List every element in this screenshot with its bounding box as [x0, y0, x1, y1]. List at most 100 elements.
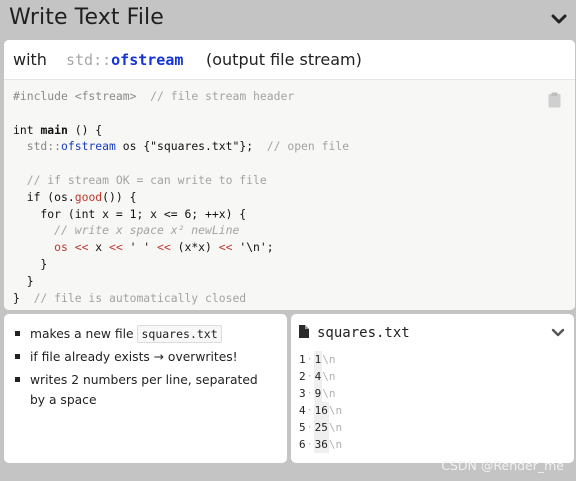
code-block: #include <fstream> // file stream header…: [4, 80, 575, 310]
file-line: 4 · 16 \n: [299, 402, 342, 419]
code-token: ()) {: [102, 189, 137, 204]
code-token: <<: [157, 240, 171, 255]
note-text: makes a new file: [30, 327, 138, 341]
code-token: ' ': [122, 240, 158, 255]
newline-marker: \n: [328, 438, 343, 451]
page-title: Write Text File: [9, 5, 164, 30]
file-card: squares.txt 1 · 1 \n 2 · 4 \n 3 · 9 \n 4 · 16 \n 5 · 25 \n 6…: [291, 314, 574, 463]
code-panel: with std::ofstream (output file stream) …: [4, 40, 575, 310]
file-value-x: 5: [299, 421, 306, 434]
headline-suffix: (output file stream): [206, 50, 362, 69]
code-token: // write x space x² newLine: [13, 223, 240, 238]
file-line: 6 · 36 \n: [299, 436, 342, 453]
file-value-square: 25: [313, 419, 329, 436]
code-line: }: [13, 273, 349, 290]
code-token: for (int x = 1; x <= 6; ++x) {: [13, 206, 247, 221]
file-value-square: 16: [313, 402, 329, 419]
code-token: std::: [26, 139, 62, 154]
notes-card: makes a new file squares.txt if file alre…: [4, 314, 287, 463]
file-value-x: 2: [299, 370, 306, 383]
space-marker: ·: [306, 405, 313, 416]
code-token: }: [13, 256, 48, 271]
file-value-square: 4: [313, 368, 323, 385]
clipboard-icon[interactable]: [548, 92, 561, 108]
code-token: good: [74, 189, 103, 204]
space-marker: ·: [306, 439, 313, 450]
code-token: int: [13, 122, 41, 137]
file-value-square: 36: [313, 436, 329, 453]
code-token: #include <fstream>: [13, 89, 137, 103]
code-token: () {: [67, 122, 103, 137]
code-line: #include <fstream> // file stream header: [13, 88, 349, 105]
code-token: <<: [218, 240, 233, 255]
code-token: // file stream header: [136, 89, 295, 103]
note-text: writes 2 numbers per line, separated by …: [30, 373, 258, 407]
file-line: 2 · 4 \n: [299, 368, 342, 385]
newline-marker: \n: [328, 404, 343, 417]
file-line: 1 · 1 \n: [299, 351, 342, 368]
code-token: // if stream OK = can write to file: [13, 172, 267, 187]
file-value-x: 4: [299, 404, 306, 417]
code-token: (x*x): [170, 240, 219, 255]
code-token: // file is automatically closed: [19, 290, 247, 305]
file-value-x: 6: [299, 438, 306, 451]
file-value-x: 3: [299, 387, 306, 400]
code-line: std::ofstream os {"squares.txt"}; // ope…: [13, 138, 349, 155]
file-value-square: 9: [313, 385, 323, 402]
bullet-icon: [15, 331, 20, 336]
code-token: // open file: [253, 139, 350, 154]
space-marker: ·: [306, 422, 313, 433]
newline-marker: \n: [322, 370, 336, 383]
file-contents: 1 · 1 \n 2 · 4 \n 3 · 9 \n 4 · 16 \n 5 · 25 \n 6 · 36 \n: [299, 351, 342, 453]
note-item: if file already exists → overwrites!: [14, 347, 276, 367]
code-line: } // file is automatically closed: [13, 290, 349, 307]
chevron-down-icon[interactable]: [551, 328, 565, 338]
code-token: os <<: [13, 240, 96, 255]
headline-namespace: std::: [66, 51, 112, 69]
code-panel-headline: with std::ofstream (output file stream): [4, 40, 575, 80]
note-filename: squares.txt: [137, 325, 222, 343]
header-bar: Write Text File: [0, 0, 576, 40]
newline-marker: \n: [328, 421, 343, 434]
file-line: 5 · 25 \n: [299, 419, 342, 436]
code-token: os {"squares.txt"};: [115, 139, 254, 154]
bullet-icon: [15, 377, 20, 382]
code-line: for (int x = 1; x <= 6; ++x) {: [13, 206, 349, 223]
code-token: }: [13, 273, 34, 288]
watermark: CSDN @Render_me: [441, 458, 564, 473]
headline-prefix: with: [13, 50, 47, 69]
file-name: squares.txt: [317, 325, 410, 341]
code-token: <<: [109, 240, 123, 255]
code-line: // if stream OK = can write to file: [13, 172, 349, 189]
code-line: }: [13, 256, 349, 273]
bullet-icon: [15, 354, 20, 359]
code-token: if (os.: [13, 189, 75, 204]
note-text: if file already exists → overwrites!: [30, 350, 238, 364]
newline-marker: \n: [322, 387, 336, 400]
code-token: main: [40, 122, 68, 137]
space-marker: ·: [306, 388, 313, 399]
note-item: makes a new file squares.txt: [14, 324, 276, 344]
code-token: ofstream: [61, 139, 116, 154]
newline-marker: \n: [322, 353, 336, 366]
note-item: writes 2 numbers per line, separated by …: [14, 370, 276, 410]
headline-class: ofstream: [111, 51, 184, 69]
code-line: int main () {: [13, 122, 349, 139]
code-lines: #include <fstream> // file stream header…: [13, 88, 349, 306]
code-token: x: [95, 240, 110, 255]
file-value-square: 1: [313, 351, 323, 368]
file-value-x: 1: [299, 353, 306, 366]
notes-list: makes a new file squares.txt if file alre…: [14, 324, 276, 413]
code-line: if (os.good()) {: [13, 189, 349, 206]
file-icon: [299, 325, 309, 338]
code-line: // write x space x² newLine: [13, 222, 349, 239]
chevron-down-icon[interactable]: [551, 12, 567, 26]
space-marker: ·: [306, 371, 313, 382]
headline-code: std::ofstream: [66, 51, 183, 69]
code-line: os << x << ' ' << (x*x) << '\n';: [13, 239, 349, 256]
code-token: '\n';: [232, 240, 274, 255]
file-line: 3 · 9 \n: [299, 385, 342, 402]
